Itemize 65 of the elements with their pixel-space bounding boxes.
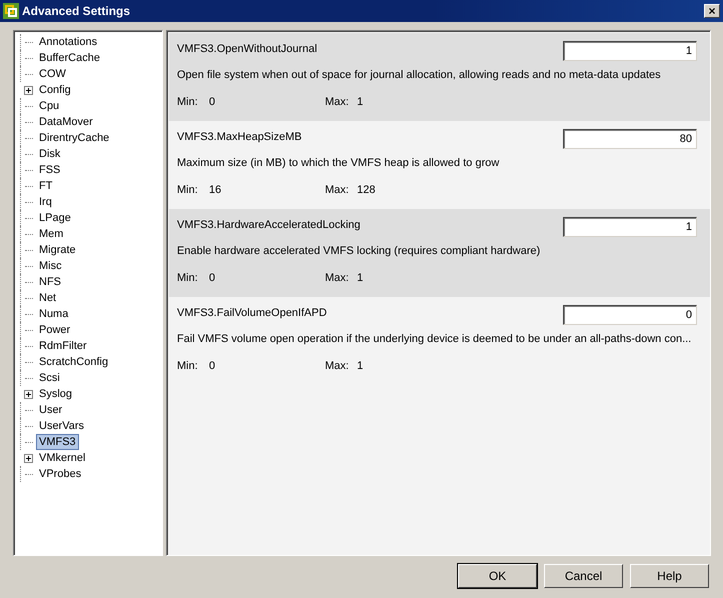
min-label: Min: bbox=[177, 272, 199, 284]
value-field[interactable]: 1 bbox=[563, 217, 697, 237]
tree-item[interactable]: ScratchConfig bbox=[36, 354, 112, 370]
max-label: Max: bbox=[325, 96, 350, 108]
setting-name: VMFS3.OpenWithoutJournal bbox=[177, 42, 318, 55]
value-field[interactable]: 1 bbox=[563, 41, 697, 61]
tree-item[interactable]: VMkernel bbox=[36, 450, 88, 466]
tree-item[interactable]: FSS bbox=[36, 162, 64, 178]
setting-description: Fail VMFS volume open operation if the underlying device is deemed to be under an all-paths-down con... bbox=[177, 333, 692, 345]
min-label: Min: bbox=[177, 360, 199, 372]
min-value: 0 bbox=[209, 360, 216, 372]
min-value: 16 bbox=[209, 184, 222, 196]
dialog-button[interactable]: Help bbox=[630, 564, 709, 588]
max-label: Max: bbox=[325, 360, 350, 372]
tree-item[interactable]: Misc bbox=[36, 258, 65, 274]
tree-item[interactable]: LPage bbox=[36, 210, 74, 226]
tree-item[interactable]: Config bbox=[36, 82, 74, 98]
tree-item[interactable]: Power bbox=[36, 322, 74, 338]
setting-description: Open file system when out of space for journal allocation, allowing reads and no meta-data updates bbox=[177, 69, 662, 81]
tree-item[interactable]: COW bbox=[36, 66, 69, 82]
tree-item[interactable]: UserVars bbox=[36, 418, 88, 434]
setting-name: VMFS3.FailVolumeOpenIfAPD bbox=[177, 306, 327, 319]
min-value: 0 bbox=[209, 96, 216, 108]
max-value: 1 bbox=[357, 96, 364, 108]
max-value: 1 bbox=[357, 360, 364, 372]
expand-icon[interactable] bbox=[24, 86, 32, 94]
max-value: 1 bbox=[357, 272, 364, 284]
window-title: Advanced Settings bbox=[22, 4, 132, 18]
setting-description: Maximum size (in MB) to which the VMFS heap is allowed to grow bbox=[177, 157, 500, 169]
value-field[interactable]: 0 bbox=[563, 305, 697, 325]
tree-item[interactable]: RdmFilter bbox=[36, 338, 90, 354]
tree-item[interactable]: Numa bbox=[36, 306, 72, 322]
tree-item[interactable]: DataMover bbox=[36, 114, 96, 130]
tree-item[interactable]: FT bbox=[36, 178, 56, 194]
min-value: 0 bbox=[209, 272, 216, 284]
max-value: 128 bbox=[357, 184, 376, 196]
tree-item[interactable]: BufferCache bbox=[36, 50, 103, 66]
tree-item[interactable]: Syslog bbox=[36, 386, 76, 402]
min-label: Min: bbox=[177, 96, 199, 108]
dialog-button[interactable]: Cancel bbox=[544, 564, 623, 588]
close-button[interactable]: × bbox=[704, 4, 720, 18]
setting-description: Enable hardware accelerated VMFS locking (requires compliant hardware) bbox=[177, 245, 542, 257]
tree-item[interactable]: Cpu bbox=[36, 98, 62, 114]
tree-item[interactable]: Irq bbox=[36, 194, 55, 210]
tree-item[interactable]: DirentryCache bbox=[36, 130, 112, 146]
value-field[interactable]: 80 bbox=[563, 129, 697, 149]
tree-item[interactable]: Scsi bbox=[36, 370, 63, 386]
expand-icon[interactable] bbox=[24, 454, 32, 462]
app-logo-icon bbox=[3, 3, 19, 19]
max-label: Max: bbox=[325, 272, 350, 284]
tree-item[interactable]: VProbes bbox=[36, 466, 84, 482]
tree-item[interactable]: NFS bbox=[36, 274, 64, 290]
dialog-button[interactable]: OK bbox=[458, 564, 537, 588]
min-label: Min: bbox=[177, 184, 199, 196]
expand-icon[interactable] bbox=[24, 390, 32, 398]
tree-item[interactable]: Disk bbox=[36, 146, 64, 162]
tree-item[interactable]: Annotations bbox=[36, 34, 100, 50]
setting-name: VMFS3.MaxHeapSizeMB bbox=[177, 130, 302, 143]
tree-item[interactable]: Migrate bbox=[36, 242, 79, 258]
tree-item[interactable]: Net bbox=[36, 290, 60, 306]
tree-item[interactable]: User bbox=[36, 402, 66, 418]
tree-item[interactable]: VMFS3 bbox=[36, 434, 79, 450]
max-label: Max: bbox=[325, 184, 350, 196]
tree-item[interactable]: Mem bbox=[36, 226, 66, 242]
setting-name: VMFS3.HardwareAcceleratedLocking bbox=[177, 218, 360, 231]
